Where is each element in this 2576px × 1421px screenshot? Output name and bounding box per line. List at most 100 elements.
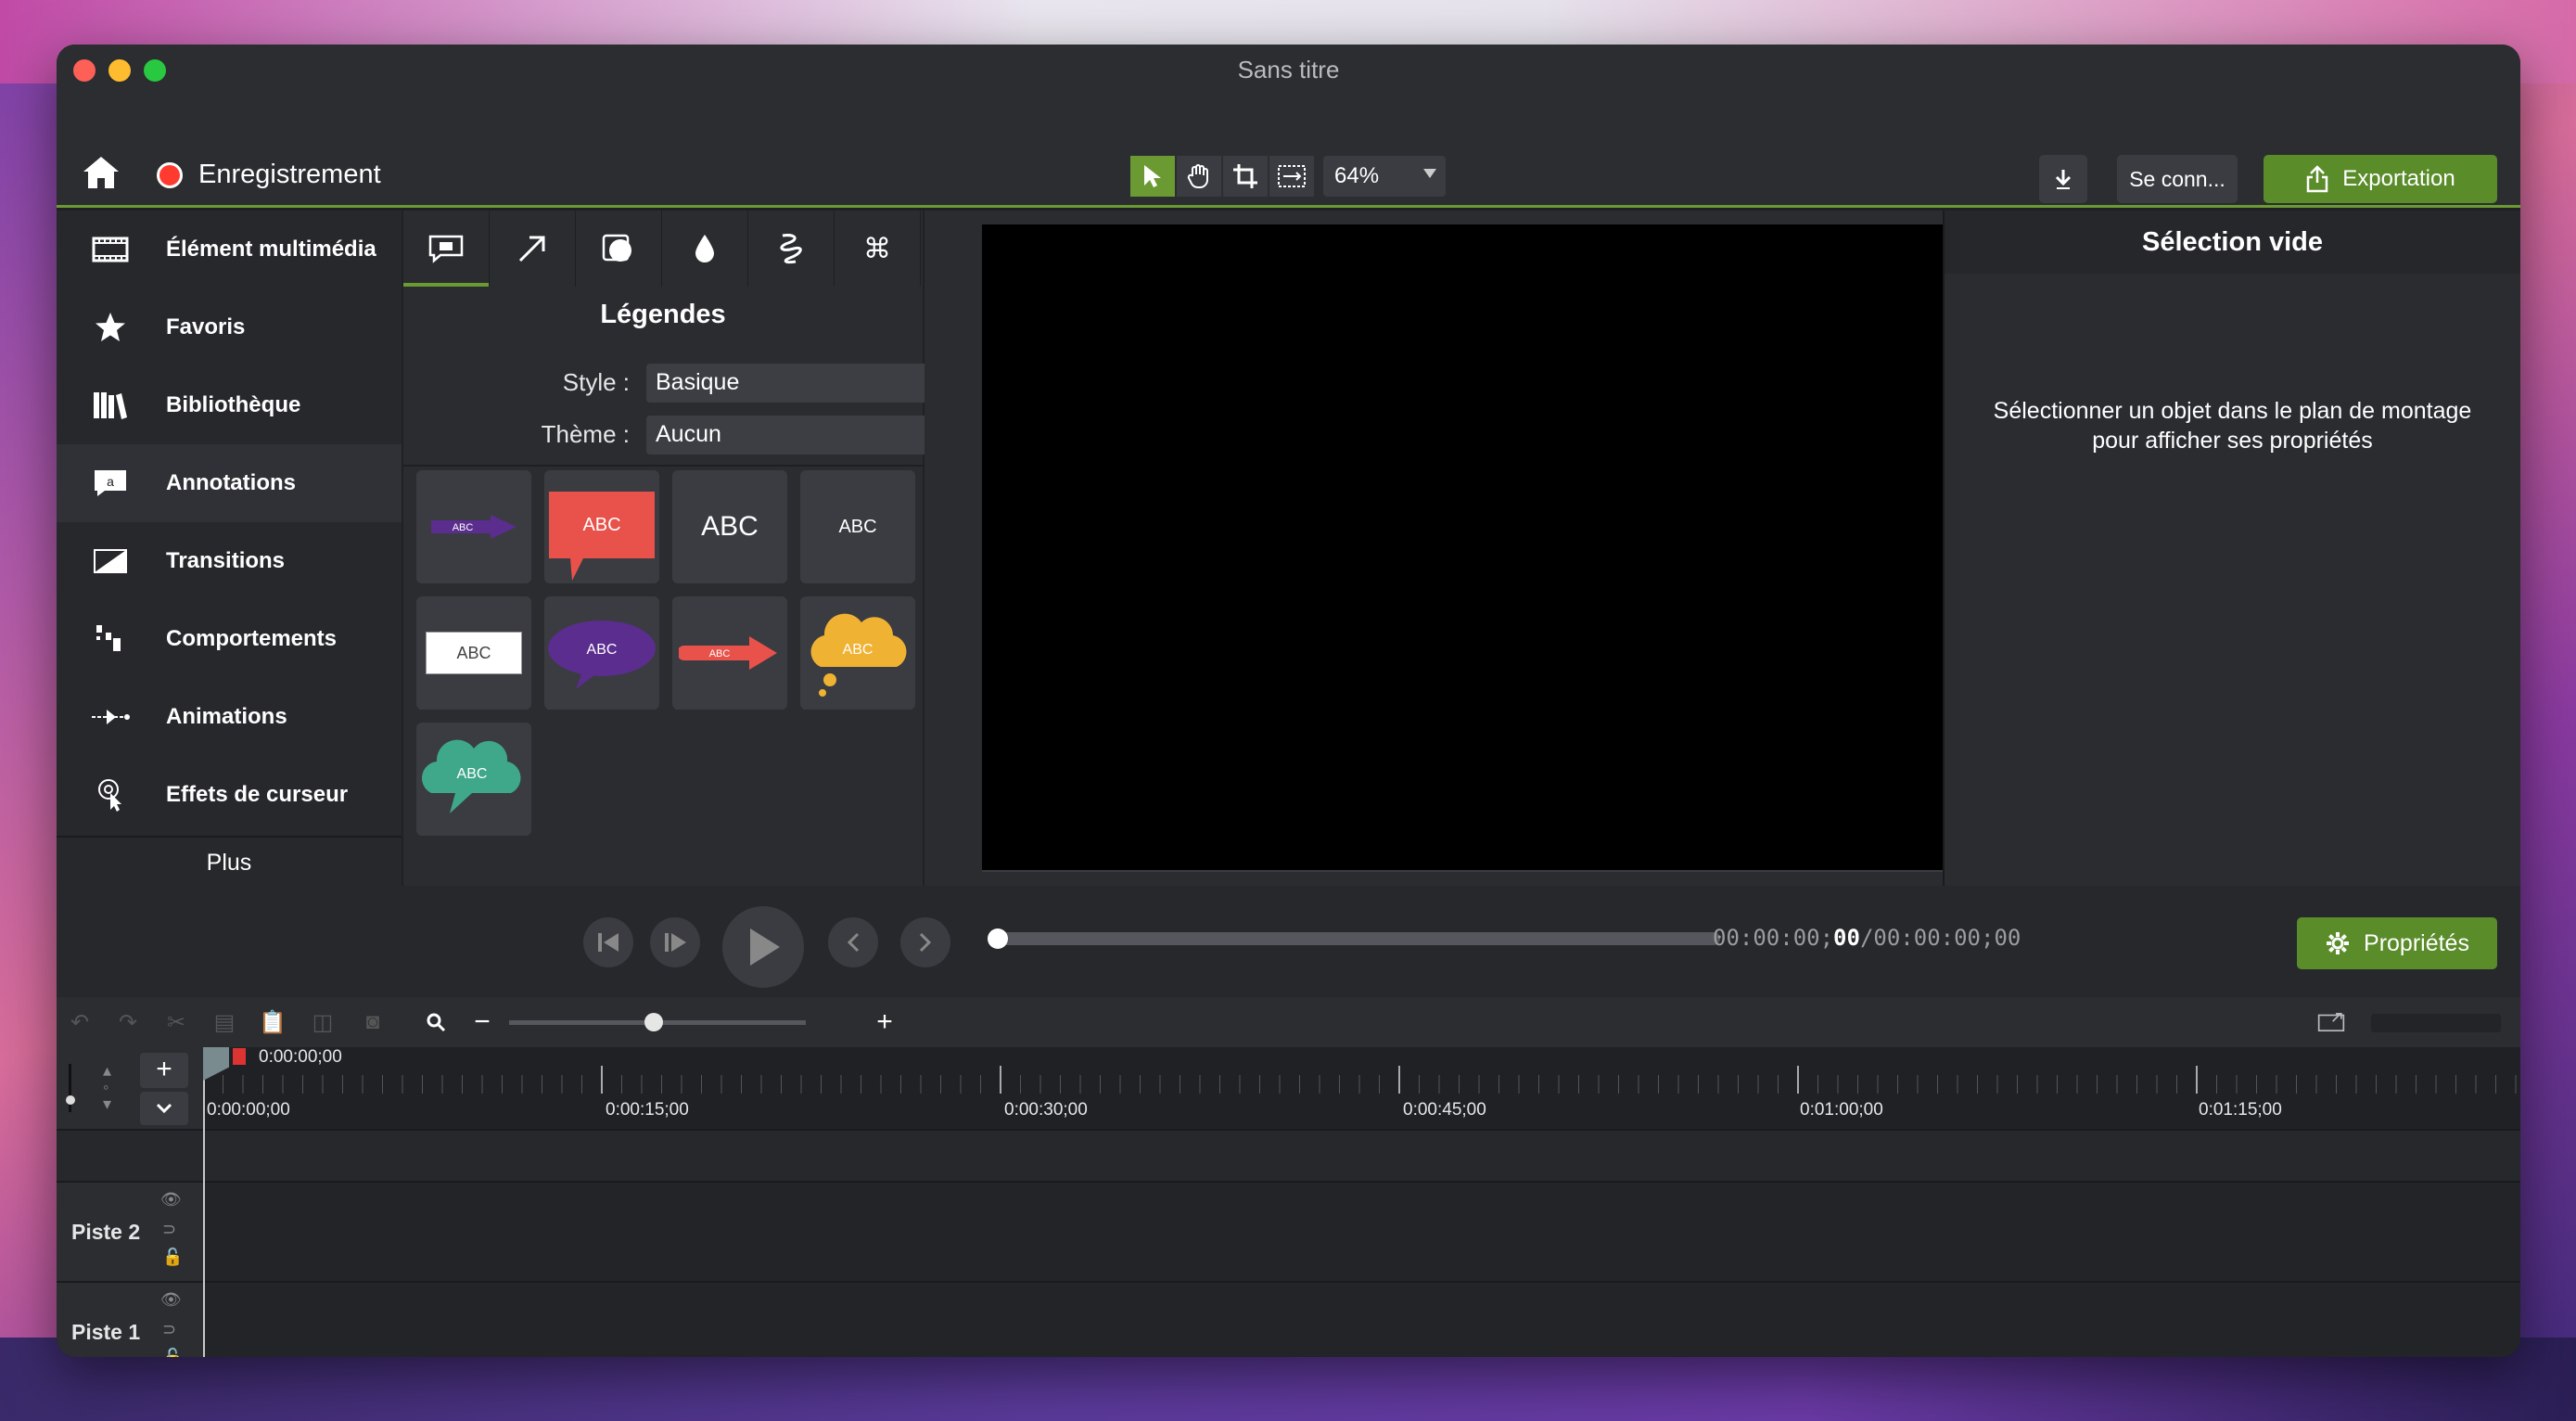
signin-button[interactable]: Se conn... [2117,155,2238,203]
download-button[interactable] [2039,155,2087,203]
callout-text-large[interactable]: ABC [672,470,787,583]
window-title: Sans titre [1237,56,1340,83]
lock-icon[interactable]: 🔓 [162,1348,183,1357]
sidebar-more-button[interactable]: Plus [57,836,402,886]
track-row-1[interactable]: Piste 1 👁 ⊃ 🔓 [57,1281,2520,1357]
tab-keystroke[interactable]: ⌘ [835,211,921,287]
tab-shapes[interactable] [576,211,662,287]
magnet-icon[interactable]: ⊃ [162,1320,176,1339]
timeline-toolbar: ↶ ↷ ✂ ▤ 📋 ◫ ◙ − + [57,997,2520,1047]
paste-icon[interactable]: 📋 [259,1008,287,1036]
tab-sketch[interactable] [748,211,835,287]
callout-speech-red[interactable]: ABC [544,470,659,583]
star-icon [90,307,131,348]
preview-canvas[interactable] [982,224,1943,872]
tick-label: 0:00:15;00 [606,1100,689,1120]
sidebar-item-media[interactable]: Élément multimédia [57,211,402,288]
timeline-zoom-handle[interactable] [644,1013,663,1031]
rewind-button[interactable] [583,917,633,967]
track-zoom-icon[interactable]: ▴ ◦ ▾ [103,1062,111,1112]
playhead-line[interactable] [203,1047,205,1357]
theme-value: Aucun [656,421,721,447]
volume-slider[interactable] [66,1064,75,1112]
timeline-scroll-overview[interactable] [2371,1014,2501,1032]
blur-icon [695,235,714,262]
redo-icon[interactable]: ↷ [114,1008,142,1036]
callout-text: ABC [456,643,491,662]
ruler-ticks [203,1066,2517,1094]
sidebar-item-library[interactable]: Bibliothèque [57,366,402,444]
record-button[interactable]: Enregistrement [198,160,381,190]
arrow-callout-icon: ABC [679,636,777,670]
callout-icon [428,235,464,263]
arrow-icon [518,236,545,262]
sidebar-item-annotations[interactable]: a Annotations [57,444,402,522]
export-button[interactable]: Exportation [2264,155,2497,203]
pointer-icon [1144,165,1161,187]
tab-callouts[interactable] [403,211,490,287]
callout-bubble-purple[interactable]: ABC [544,596,659,710]
snapshot-icon[interactable]: ◙ [359,1008,387,1036]
zoom-out-icon[interactable]: − [468,1006,496,1037]
svg-text:ABC: ABC [457,766,488,782]
callout-arrow-red[interactable]: ABC [672,596,787,710]
pan-tool-button[interactable] [1177,156,1221,197]
next-marker-button[interactable] [900,917,950,967]
track-label: Piste 1 [71,1320,141,1344]
pointer-tool-button[interactable] [1130,156,1175,197]
scrub-track[interactable] [995,932,1720,945]
properties-button[interactable]: Propriétés [2297,917,2497,969]
sidebar-item-transitions[interactable]: Transitions [57,522,402,600]
play-button[interactable] [722,906,804,988]
scrub-handle[interactable] [988,928,1008,949]
cut-icon[interactable]: ✂ [162,1008,190,1036]
track-options-button[interactable] [140,1092,188,1125]
record-icon[interactable] [157,162,183,188]
theme-select[interactable]: Aucun [646,416,949,454]
sidebar-item-favorites[interactable]: Favoris [57,288,402,366]
callout-arrow-purple[interactable]: ABC [416,470,531,583]
crop-tool-button[interactable] [1223,156,1268,197]
svg-text:ABC: ABC [843,642,874,658]
timecode-frames: 00 [1833,925,1860,951]
zoom-dropdown[interactable]: 64% [1323,156,1446,197]
step-back-icon [598,933,618,952]
sidebar-item-animations[interactable]: Animations [57,678,402,756]
magnet-icon[interactable]: ⊃ [162,1220,176,1239]
eye-icon[interactable]: 👁 [160,1290,182,1310]
sidebar-item-behaviors[interactable]: Comportements [57,600,402,678]
copy-icon[interactable]: ▤ [210,1008,238,1036]
track-label: Piste 2 [71,1220,141,1244]
svg-text:ABC: ABC [453,522,474,533]
callout-cloud-yellow[interactable]: ABC [800,596,915,710]
style-select[interactable]: Basique [646,364,949,403]
callout-cloud-green[interactable]: ABC [416,723,531,836]
arrow-callout-icon: ABC [431,515,516,539]
zoom-in-icon[interactable]: + [871,1006,899,1037]
undo-icon[interactable]: ↶ [66,1008,94,1036]
previous-marker-button[interactable] [828,917,878,967]
track-row-2[interactable]: Piste 2 👁 ⊃ 🔓 [57,1181,2520,1281]
library-icon [90,385,131,426]
sidebar-item-cursor-effects[interactable]: Effets de curseur [57,756,402,834]
lock-icon[interactable]: 🔓 [162,1248,183,1267]
callout-text-small[interactable]: ABC [800,470,915,583]
zoom-fit-icon[interactable] [422,1008,450,1036]
split-icon[interactable]: ◫ [309,1008,337,1036]
chevron-left-icon [847,932,860,953]
bubble-callout-icon: ABC [548,621,656,689]
tab-blur[interactable] [662,211,748,287]
timeline-ruler[interactable]: 0:00:00;00 0:00:15;00 0:00:30;00 0:00:45… [57,1047,2520,1129]
home-icon[interactable] [81,154,121,191]
sidebar-item-label: Annotations [166,470,296,495]
resize-tool-button[interactable] [1269,156,1314,197]
eye-icon[interactable]: 👁 [160,1190,182,1210]
callout-box-white[interactable]: ABC [416,596,531,710]
svg-text:a: a [107,474,114,489]
add-track-button[interactable]: + [140,1053,188,1088]
cloud-callout-icon: ABC [810,613,907,697]
step-forward-button[interactable] [650,917,700,967]
tab-arrows[interactable] [490,211,576,287]
detach-timeline-icon[interactable] [2317,1008,2345,1036]
properties-panel: Sélection vide Sélectionner un objet dan… [1943,211,2520,886]
